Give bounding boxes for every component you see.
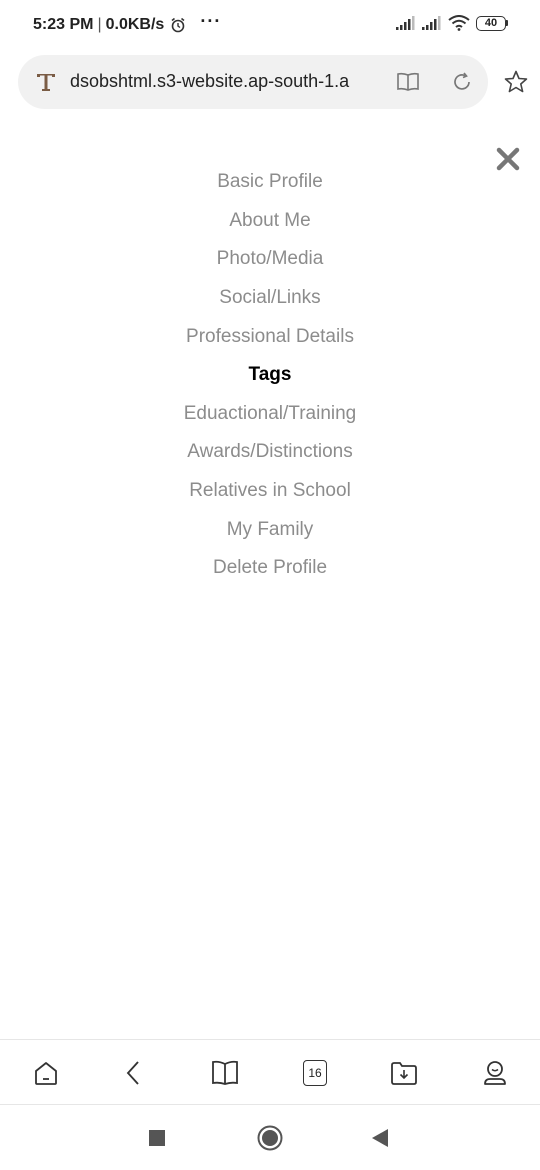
reload-icon[interactable] xyxy=(451,71,473,93)
bookmark-star-icon[interactable] xyxy=(503,69,529,95)
browser-toolbar: 16 xyxy=(0,1039,540,1105)
menu-item-professional-details[interactable]: Professional Details xyxy=(0,317,540,356)
status-left: 5:23 PM | 0.0KB/s ··· xyxy=(33,11,222,35)
bookmarks-icon xyxy=(212,1060,238,1085)
status-separator: | xyxy=(97,15,102,33)
recent-apps-icon[interactable] xyxy=(148,1129,166,1147)
status-right: 40 xyxy=(396,15,508,31)
menu-item-basic-profile[interactable]: Basic Profile xyxy=(0,163,540,202)
battery-level: 40 xyxy=(476,15,506,31)
menu-item-my-family[interactable]: My Family xyxy=(0,510,540,549)
menu-item-about-me[interactable]: About Me xyxy=(0,202,540,241)
signal-icon-2 xyxy=(422,16,441,30)
back-icon xyxy=(126,1061,139,1085)
profile-button[interactable] xyxy=(480,1058,510,1088)
menu-item-social-links[interactable]: Social/Links xyxy=(0,279,540,318)
home-button[interactable] xyxy=(31,1058,61,1088)
network-speed: 0.0KB/s xyxy=(105,15,165,33)
reader-mode-icon[interactable] xyxy=(396,72,420,92)
menu-item-relatives-in-school[interactable]: Relatives in School xyxy=(0,472,540,511)
profile-menu: Basic Profile About Me Photo/Media Socia… xyxy=(0,163,540,588)
status-time: 5:23 PM xyxy=(33,15,94,33)
profile-icon xyxy=(484,1061,506,1085)
system-navigation-bar xyxy=(0,1106,540,1170)
home-icon xyxy=(35,1062,57,1085)
menu-item-tags[interactable]: Tags xyxy=(0,356,540,395)
battery-icon: 40 xyxy=(476,15,508,31)
more-notifications-icon: ··· xyxy=(200,11,222,31)
downloads-button[interactable] xyxy=(389,1058,419,1088)
menu-item-delete-profile[interactable]: Delete Profile xyxy=(0,549,540,588)
alarm-icon xyxy=(171,17,185,32)
signal-icon-1 xyxy=(396,16,415,30)
tab-count: 16 xyxy=(303,1060,327,1086)
menu-item-educational-training[interactable]: Eduactional/Training xyxy=(0,395,540,434)
battery-tip xyxy=(506,20,508,26)
download-folder-icon xyxy=(391,1062,417,1085)
back-nav-icon[interactable] xyxy=(371,1128,389,1148)
back-button[interactable] xyxy=(119,1058,149,1088)
menu-item-awards-distinctions[interactable]: Awards/Distinctions xyxy=(0,433,540,472)
tabs-button[interactable]: 16 xyxy=(300,1058,330,1088)
url-text[interactable]: dsobshtml.s3-website.ap-south-1.a xyxy=(70,71,386,92)
wifi-icon xyxy=(448,15,470,31)
status-bar: 5:23 PM | 0.0KB/s ··· 40 xyxy=(0,0,540,50)
home-nav-icon[interactable] xyxy=(257,1125,283,1151)
site-favicon-icon xyxy=(37,74,55,91)
address-bar[interactable]: dsobshtml.s3-website.ap-south-1.a xyxy=(18,55,488,109)
menu-item-photo-media[interactable]: Photo/Media xyxy=(0,240,540,279)
bookmarks-button[interactable] xyxy=(210,1058,240,1088)
